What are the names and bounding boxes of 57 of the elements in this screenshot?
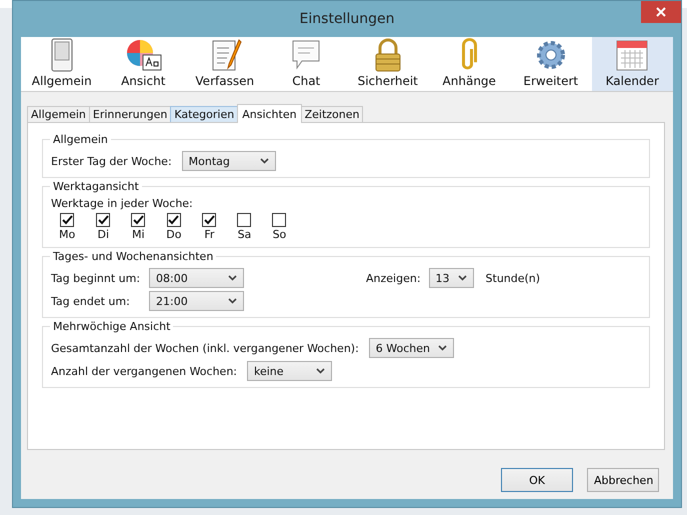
dropdown[interactable]: 6 Wochen <box>368 338 454 358</box>
tab[interactable]: Erinnerungen <box>88 106 172 122</box>
field-label: Anzeigen: <box>366 272 421 284</box>
tab[interactable]: Allgemein <box>27 106 90 122</box>
group-title: Mehrwöchige Ansicht <box>52 320 172 333</box>
tab[interactable]: Ansichten <box>237 104 302 123</box>
dropdown[interactable]: 13 <box>428 268 474 288</box>
group-title: Werktagansicht <box>52 180 140 193</box>
unit-label: Stunde(n) <box>486 272 540 284</box>
close-icon <box>656 7 666 17</box>
dropdown[interactable]: Montag <box>182 151 276 171</box>
ok-button[interactable]: OK <box>501 468 573 492</box>
cancel-button[interactable]: Abbrechen <box>587 468 659 492</box>
field-label: Tag beginnt um: <box>51 272 139 284</box>
field-label: Erster Tag der Woche: <box>51 154 172 168</box>
checkbox-label: Fr <box>204 228 214 241</box>
window-title: Einstellungen <box>300 11 394 27</box>
toolbar-item[interactable]: Erweitert <box>510 37 592 91</box>
checkbox[interactable] <box>272 213 286 227</box>
toolbar-item[interactable]: Ansicht <box>102 37 184 91</box>
checkbox-label: Do <box>166 228 182 241</box>
field-label: Anzahl der vergangenen Wochen: <box>51 364 237 378</box>
group-title: Tages- und Wochenansichten <box>52 250 214 263</box>
checkbox-label: Sa <box>238 228 252 241</box>
tab[interactable]: Zeitzonen <box>300 106 364 122</box>
checkbox[interactable] <box>202 213 216 227</box>
chevron-icon <box>260 158 269 164</box>
field-label: Tag endet um: <box>51 294 131 308</box>
dropdown[interactable]: 08:00 <box>149 268 244 288</box>
tab[interactable]: Kategorien <box>170 106 238 122</box>
chevron-icon <box>458 275 467 281</box>
toolbar-item[interactable]: Allgemein <box>21 37 102 91</box>
checkbox[interactable] <box>60 213 74 227</box>
toolbar-item[interactable]: Anhänge <box>428 37 510 91</box>
close-button[interactable] <box>641 1 681 23</box>
chevron-icon <box>228 275 237 281</box>
toolbar-item[interactable]: Chat <box>266 37 347 91</box>
dropdown[interactable]: 21:00 <box>149 291 244 311</box>
checkbox-label: Mo <box>59 228 76 241</box>
chevron-icon <box>228 298 237 304</box>
field-label: Werktage in jeder Woche: <box>51 197 194 210</box>
checkbox[interactable] <box>96 213 110 227</box>
field-label: Gesamtanzahl der Wochen (inkl. vergangener Wochen): <box>51 342 359 354</box>
checkbox-label: Di <box>97 228 109 241</box>
checkbox[interactable] <box>166 213 181 227</box>
toolbar-item[interactable]: Verfassen <box>184 37 266 91</box>
toolbar-item[interactable]: Kalender <box>592 37 673 91</box>
checkbox[interactable] <box>131 213 146 227</box>
checkbox[interactable] <box>237 213 252 227</box>
chevron-icon <box>438 345 447 351</box>
paperclip-icon <box>460 38 478 72</box>
chevron-icon <box>316 368 325 374</box>
dropdown[interactable]: keine <box>247 361 332 381</box>
checkbox-label: Mi <box>132 228 144 241</box>
group-title: Allgemein <box>52 133 109 146</box>
checkbox-label: So <box>272 228 286 241</box>
toolbar-item[interactable]: Sicherheit <box>347 37 428 91</box>
